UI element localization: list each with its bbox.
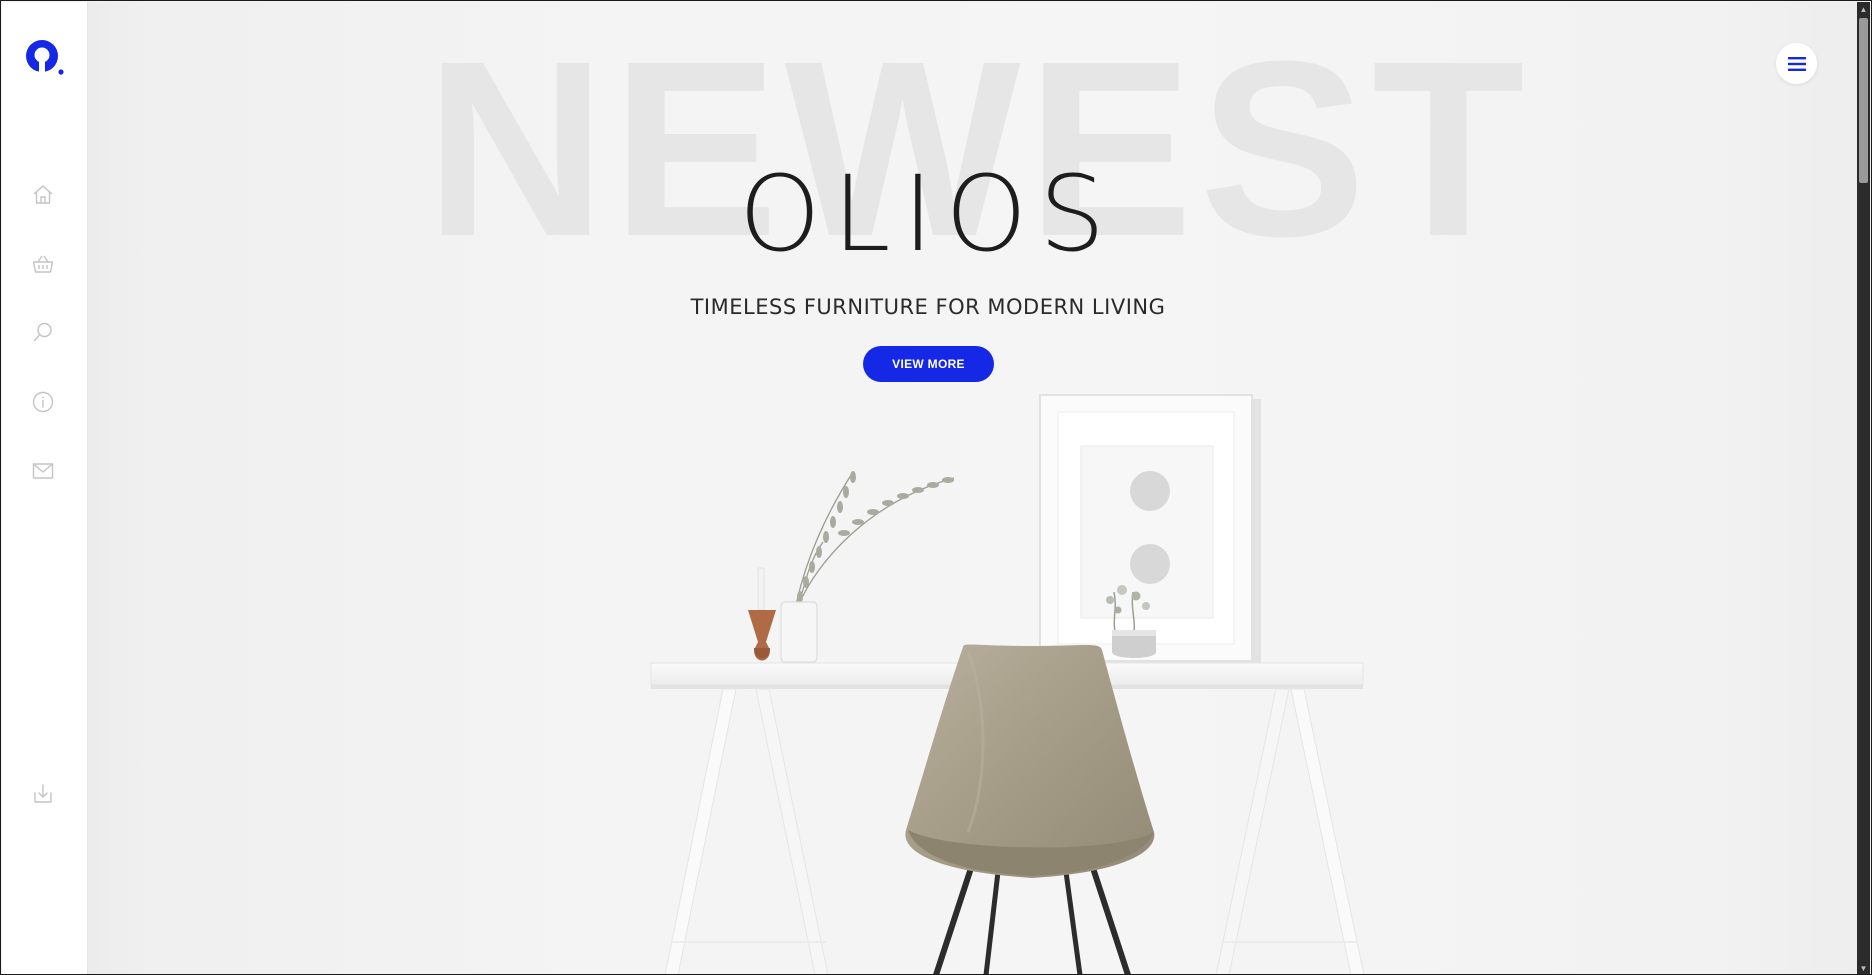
browser-viewport: NEWEST OLIOS TIMELESS FURNITURE FOR MODE… bbox=[0, 0, 1872, 975]
candle-holder bbox=[748, 567, 776, 661]
chair bbox=[905, 644, 1155, 974]
scroll-thumb[interactable] bbox=[1859, 18, 1868, 183]
download-icon[interactable] bbox=[29, 780, 57, 808]
glass-vase bbox=[780, 601, 818, 663]
scroll-down-icon[interactable]: ▼ bbox=[1857, 961, 1870, 974]
info-icon[interactable] bbox=[29, 388, 57, 416]
view-more-button[interactable]: VIEW MORE bbox=[863, 346, 994, 382]
basket-icon[interactable] bbox=[29, 250, 57, 278]
hero-tagline: TIMELESS FURNITURE FOR MODERN LIVING bbox=[690, 295, 1166, 319]
scroll-up-icon[interactable]: ▲ bbox=[1857, 2, 1870, 16]
hero-section: NEWEST OLIOS TIMELESS FURNITURE FOR MODE… bbox=[88, 2, 1860, 974]
left-sidebar bbox=[2, 2, 88, 974]
brand-title: OLIOS bbox=[738, 153, 1118, 275]
search-icon[interactable] bbox=[29, 318, 57, 346]
hero-photo bbox=[650, 394, 1365, 974]
home-icon[interactable] bbox=[29, 181, 57, 209]
mail-icon[interactable] bbox=[29, 457, 57, 485]
page-scrollbar[interactable]: ▲ ▼ bbox=[1857, 2, 1870, 974]
hamburger-menu-icon[interactable] bbox=[1776, 43, 1817, 84]
olios-logo[interactable] bbox=[22, 36, 66, 80]
